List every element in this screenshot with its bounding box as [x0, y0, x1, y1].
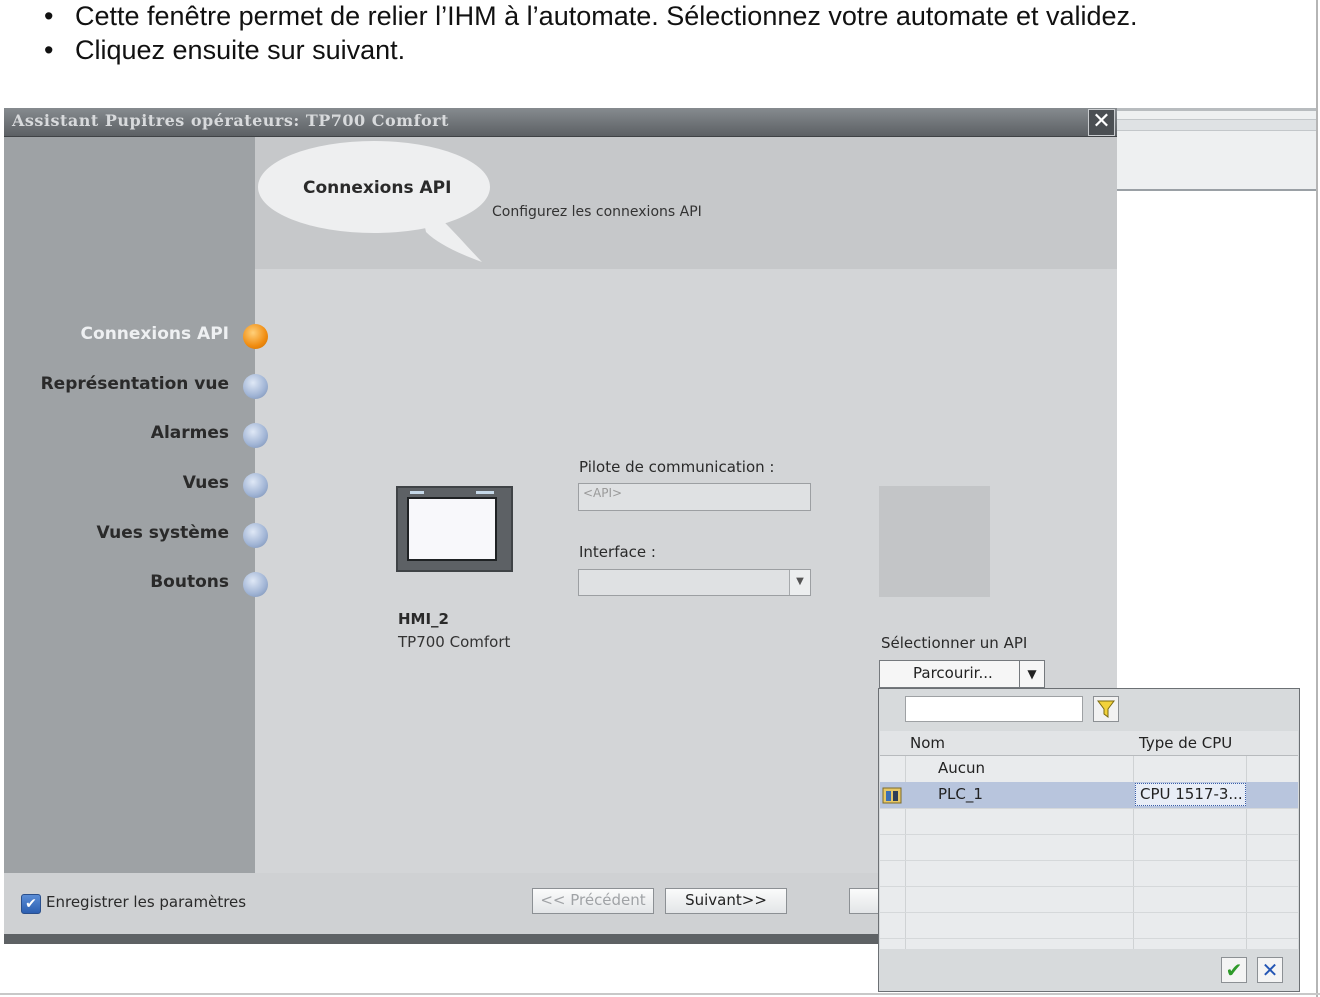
next-button[interactable]: Suivant>> — [665, 888, 787, 914]
table-row-empty — [880, 886, 1298, 913]
plc-selection-popup: Nom Type de CPU Aucun PLC_1 CPU 1517-3..… — [878, 688, 1300, 992]
table-row-empty — [880, 834, 1298, 861]
instruction-line: Cette fenêtre permet de relier l’IHM à l… — [44, 0, 1138, 34]
table-row[interactable]: PLC_1 CPU 1517-3... — [880, 782, 1298, 809]
step-dot-icon — [243, 423, 268, 448]
filter-icon[interactable] — [1093, 696, 1119, 722]
page-edge — [1316, 0, 1318, 997]
step-vues-systeme[interactable]: Vues système — [97, 523, 229, 543]
table-row-empty — [880, 860, 1298, 887]
step-title: Connexions API — [303, 178, 452, 198]
page-edge — [0, 993, 1320, 995]
device-name: HMI_2 — [398, 610, 449, 628]
driver-field: <API> — [578, 483, 811, 511]
column-header-cpu-type[interactable]: Type de CPU — [1139, 734, 1232, 752]
interface-select[interactable]: ▼ — [578, 569, 811, 596]
instructions: Cette fenêtre permet de relier l’IHM à l… — [44, 0, 1138, 68]
speech-bubble-tail — [420, 204, 482, 262]
plc-name-cell: Aucun — [938, 759, 986, 777]
instruction-line: Cliquez ensuite sur suivant. — [44, 34, 1138, 68]
device-screen — [407, 497, 497, 561]
column-header-nom[interactable]: Nom — [910, 734, 945, 752]
save-settings-checkbox[interactable]: ✔ — [21, 894, 41, 914]
close-icon[interactable]: ✕ — [1088, 109, 1115, 136]
plc-icon — [882, 787, 902, 804]
chevron-down-icon[interactable]: ▼ — [789, 570, 810, 595]
plc-name-cell: PLC_1 — [938, 785, 983, 803]
step-vues[interactable]: Vues — [183, 473, 229, 493]
step-boutons[interactable]: Boutons — [150, 572, 229, 592]
plc-image-placeholder — [879, 486, 990, 597]
previous-button[interactable]: << Précédent — [532, 888, 654, 914]
save-settings-label: Enregistrer les paramètres — [46, 893, 247, 911]
select-plc-label: Sélectionner un API — [881, 634, 1028, 652]
step-dot-icon — [243, 473, 268, 498]
browse-label: Parcourir... — [913, 664, 993, 682]
driver-label: Pilote de communication : — [579, 458, 775, 476]
dialog-titlebar[interactable]: Assistant Pupitres opérateurs: TP700 Com… — [4, 108, 1117, 137]
step-connexions-api[interactable]: Connexions API — [81, 324, 229, 344]
step-subtitle: Configurez les connexions API — [492, 204, 702, 220]
table-row-empty — [880, 912, 1298, 939]
step-active-dot-icon — [243, 324, 268, 349]
filter-input[interactable] — [905, 696, 1083, 722]
browse-plc-dropdown[interactable]: Parcourir... ▼ — [879, 660, 1045, 688]
hmi-device-icon — [396, 486, 513, 572]
step-dot-icon — [243, 374, 268, 399]
table-row[interactable]: Aucun — [880, 756, 1298, 783]
background-application — [1117, 108, 1317, 191]
table-header: Nom Type de CPU — [880, 731, 1298, 756]
device-type: TP700 Comfort — [398, 633, 511, 651]
cancel-x-icon[interactable]: ✕ — [1257, 957, 1283, 983]
interface-label: Interface : — [579, 543, 656, 561]
step-dot-icon — [243, 523, 268, 548]
table-row-empty — [880, 808, 1298, 835]
dialog-title: Assistant Pupitres opérateurs: TP700 Com… — [12, 111, 449, 130]
step-representation-vue[interactable]: Représentation vue — [41, 374, 229, 394]
plc-table: Nom Type de CPU Aucun PLC_1 CPU 1517-3..… — [880, 731, 1298, 949]
chevron-down-icon[interactable]: ▼ — [1019, 661, 1044, 687]
step-alarmes[interactable]: Alarmes — [151, 423, 229, 443]
confirm-check-icon[interactable]: ✔ — [1221, 957, 1247, 983]
step-dot-icon — [243, 572, 268, 597]
plc-cpu-cell: CPU 1517-3... — [1135, 783, 1246, 806]
